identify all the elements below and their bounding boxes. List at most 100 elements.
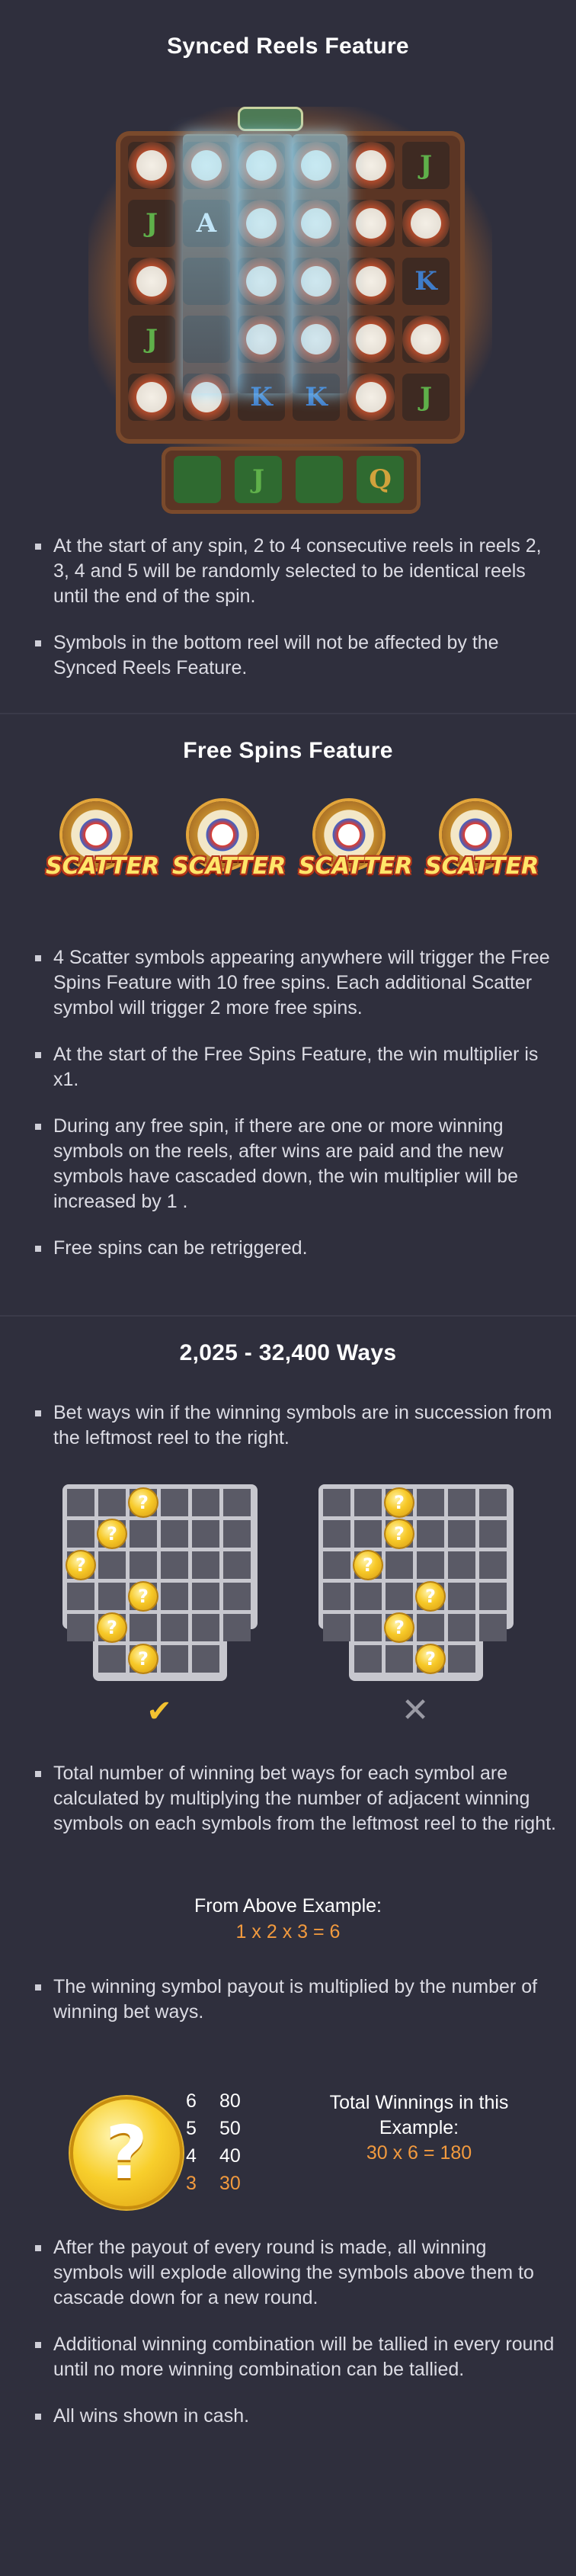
grid-cell <box>323 1614 350 1641</box>
paytable-pay: 40 <box>219 2145 241 2167</box>
reel-symbol <box>128 258 175 305</box>
total-winnings: Total Winnings in this Example: 30 x 6 =… <box>305 2090 533 2166</box>
reel-symbol: J <box>128 316 175 363</box>
grid-cell <box>98 1489 126 1516</box>
total-winnings-label: Total Winnings in this Example: <box>329 2092 509 2138</box>
paytable-row: 5 50 <box>186 2115 277 2142</box>
grid-cell <box>386 1645 413 1673</box>
grid-cell <box>448 1551 475 1579</box>
ways-rule-payout: The winning symbol payout is multiplied … <box>32 1975 558 2046</box>
free-spins-rule-4: Free spins can be retriggered. <box>32 1236 558 1261</box>
example-label: From Above Example: <box>194 1895 382 1917</box>
synced-reels-rules: At the start of any spin, 2 to 4 consecu… <box>32 534 558 702</box>
reel-symbol: K <box>402 258 450 305</box>
bottom-reel-symbol: J <box>235 456 282 503</box>
example-calculation: 1 x 2 x 3 = 6 <box>235 1921 341 1942</box>
grid-cell <box>161 1551 188 1579</box>
scatter-label: SCATTER <box>299 853 413 880</box>
ways-example-valid: ?????? <box>62 1484 258 1681</box>
synced-reel-highlight <box>293 134 347 393</box>
paytable-pay: 30 <box>219 2173 241 2194</box>
cross-icon: ✕ <box>401 1691 430 1730</box>
grid-cell <box>192 1583 219 1610</box>
synced-reels-title: Synced Reels Feature <box>167 34 409 59</box>
grid-cell <box>98 1583 126 1610</box>
ways-rule-1: Bet ways win if the winning symbols are … <box>32 1400 558 1451</box>
scatter-label: SCATTER <box>172 853 286 880</box>
grid-cell <box>448 1489 475 1516</box>
free-spins-title: Free Spins Feature <box>183 738 393 763</box>
free-spins-rules: 4 Scatter symbols appearing anywhere wil… <box>32 945 558 1282</box>
scatter-symbol: SCATTER <box>299 798 413 893</box>
ways-title: 2,025 - 32,400 Ways <box>179 1340 397 1365</box>
grid-cell <box>130 1520 157 1548</box>
bottom-reel-symbol <box>174 456 221 503</box>
paytable-count: 5 <box>186 2118 197 2139</box>
grid-cell <box>67 1614 94 1641</box>
question-coin-icon: ? <box>386 1489 413 1516</box>
reel-symbol <box>347 142 395 189</box>
paytable-row-highlighted: 3 30 <box>186 2170 277 2197</box>
question-coin-icon: ? <box>130 1645 157 1673</box>
paytable-row: 6 80 <box>186 2087 277 2115</box>
grid-cell <box>223 1551 251 1579</box>
synced-rule-2: Symbols in the bottom reel will not be a… <box>32 630 558 681</box>
ways-example-invalid: ?????? <box>318 1484 514 1681</box>
question-coin-icon: ? <box>386 1614 413 1641</box>
paytable-count: 6 <box>186 2090 197 2112</box>
section-divider <box>0 713 576 714</box>
cascade-rule-1: After the payout of every round is made,… <box>32 2235 558 2311</box>
grid-cell <box>67 1583 94 1610</box>
scatter-symbol: SCATTER <box>46 798 159 893</box>
grid-cell <box>323 1583 350 1610</box>
scatter-symbols-row: SCATTER SCATTER SCATTER SCATTER <box>46 798 539 893</box>
grid-cell <box>161 1520 188 1548</box>
reel-symbol <box>402 316 450 363</box>
paytable-pay: 80 <box>219 2090 241 2112</box>
reel-symbol <box>347 374 395 421</box>
grid-cell <box>479 1489 507 1516</box>
grid-cell <box>323 1520 350 1548</box>
reels-board: JJAKJKKJ <box>116 131 465 444</box>
free-spins-rule-3: During any free spin, if there are one o… <box>32 1114 558 1214</box>
grid-cell <box>417 1551 444 1579</box>
grid-cell <box>479 1551 507 1579</box>
grid-cell <box>223 1489 251 1516</box>
free-spins-rule-2: At the start of the Free Spins Feature, … <box>32 1042 558 1092</box>
grid-cell <box>448 1645 475 1673</box>
grid-cell <box>448 1583 475 1610</box>
grid-cell <box>161 1614 188 1641</box>
grid-cell <box>161 1489 188 1516</box>
grid-cell <box>323 1551 350 1579</box>
grid-cell <box>448 1614 475 1641</box>
synced-reel-highlight <box>183 134 238 393</box>
grid-cell <box>192 1489 219 1516</box>
bottom-reel: JQ <box>162 447 421 514</box>
question-coin-icon: ? <box>130 1489 157 1516</box>
synced-reels-illustration: JJAKJKKJ JQ <box>88 107 492 514</box>
reel-symbol <box>128 142 175 189</box>
synced-rule-1: At the start of any spin, 2 to 4 consecu… <box>32 534 558 609</box>
question-coin-icon: ? <box>130 1583 157 1610</box>
grid-cell <box>67 1489 94 1516</box>
question-coin-icon: ? <box>98 1520 126 1548</box>
grid-cell <box>192 1614 219 1641</box>
grid-cell <box>192 1520 219 1548</box>
check-icon: ✔ <box>146 1694 172 1729</box>
ways-rule-calc: Total number of winning bet ways for eac… <box>32 1761 558 1858</box>
scatter-symbol: SCATTER <box>172 798 286 893</box>
grid-cell <box>448 1520 475 1548</box>
grid-cell <box>98 1645 126 1673</box>
paytable-count: 4 <box>186 2145 197 2167</box>
cascade-rules: After the payout of every round is made,… <box>32 2235 558 2450</box>
reels-top-plate <box>238 107 303 131</box>
grid-cell <box>161 1645 188 1673</box>
grid-cell <box>386 1583 413 1610</box>
grid-cell <box>130 1551 157 1579</box>
grid-cell <box>67 1520 94 1548</box>
paytable: 6 80 5 50 4 40 3 30 <box>186 2087 277 2197</box>
question-coin-icon: ? <box>98 1614 126 1641</box>
question-coin-icon: ? <box>67 1551 94 1579</box>
grid-cell <box>354 1520 382 1548</box>
bottom-reel-symbol <box>296 456 343 503</box>
